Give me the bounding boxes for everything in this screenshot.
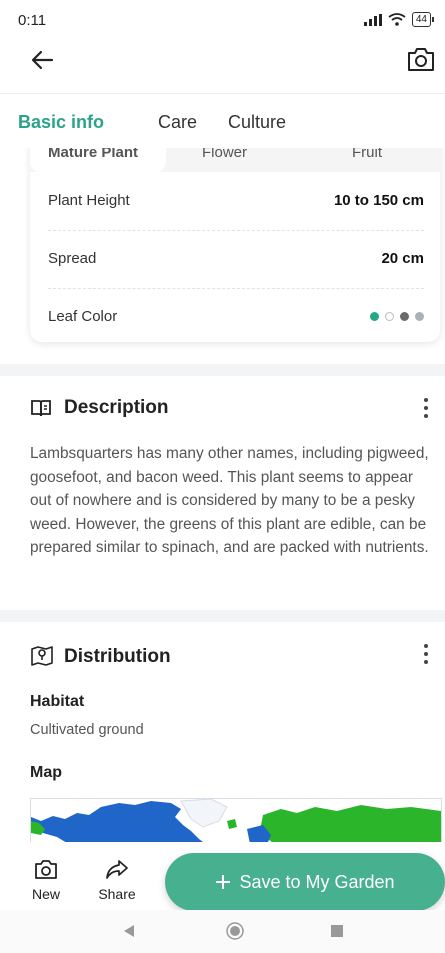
save-label: Save to My Garden [239,871,395,892]
attribute-value: 10 to 150 cm [333,192,424,209]
dot [424,414,428,418]
book-icon [31,400,51,417]
battery-icon: 44 [411,12,435,27]
camera-button[interactable] [406,45,438,77]
nav-home-icon[interactable] [226,922,244,940]
arrow-left-icon [31,50,54,70]
plus-icon [216,875,231,889]
distribution-menu-button[interactable] [424,644,428,668]
color-swatch [385,312,394,321]
share-label: Share [98,886,136,902]
wifi-icon [388,13,406,26]
map-heading: Map [30,764,62,781]
attribute-row: Spread 20 cm [48,230,424,289]
color-swatch [370,312,379,321]
camera-icon [35,860,57,879]
nav-recents-icon[interactable] [330,924,344,938]
status-icons: 44 [363,12,435,27]
new-button[interactable]: New [24,858,68,902]
attribute-label: Leaf Color [48,308,118,325]
description-text: Lambsquarters has many other names, incl… [30,445,429,557]
dot [424,652,428,656]
attribute-value: 20 cm [381,250,424,267]
share-button[interactable]: Share [92,858,142,902]
description-title: Description [64,397,169,418]
color-swatch [415,312,424,321]
map-pin-icon [31,646,53,666]
section-separator [0,610,445,622]
habitat-heading: Habitat [30,693,85,710]
status-bar: 0:11 44 [0,0,445,40]
save-to-garden-button[interactable]: Save to My Garden [165,853,445,911]
dot [424,660,428,664]
attribute-label: Spread [48,250,97,267]
header-divider [0,93,445,94]
share-icon [106,860,128,879]
signal-icon [363,13,382,26]
dot [424,398,428,402]
description-menu-button[interactable] [424,398,428,422]
status-time: 0:11 [18,12,47,29]
tab-bar: Basic info Care Culture [0,96,445,148]
camera-icon [408,48,434,71]
habitat-value: Cultivated ground [30,722,144,738]
dot [424,644,428,648]
back-button[interactable] [30,47,62,79]
system-nav-bar [0,910,445,953]
tab-basic-info[interactable]: Basic info [18,112,104,133]
section-separator [0,364,445,376]
attribute-label: Plant Height [48,192,130,209]
leaf-color-swatches [370,312,424,321]
nav-back-icon[interactable] [122,924,136,938]
dot [424,406,428,410]
new-label: New [31,886,60,902]
tab-care[interactable]: Care [158,112,197,133]
attributes-card: Mature Plant Flower Fruit Plant Height 1… [30,120,440,342]
color-swatch [400,312,409,321]
tab-culture[interactable]: Culture [228,112,286,133]
distribution-title: Distribution [64,646,171,667]
attribute-row: Plant Height 10 to 150 cm [48,172,424,231]
attribute-row: Leaf Color [48,288,424,342]
